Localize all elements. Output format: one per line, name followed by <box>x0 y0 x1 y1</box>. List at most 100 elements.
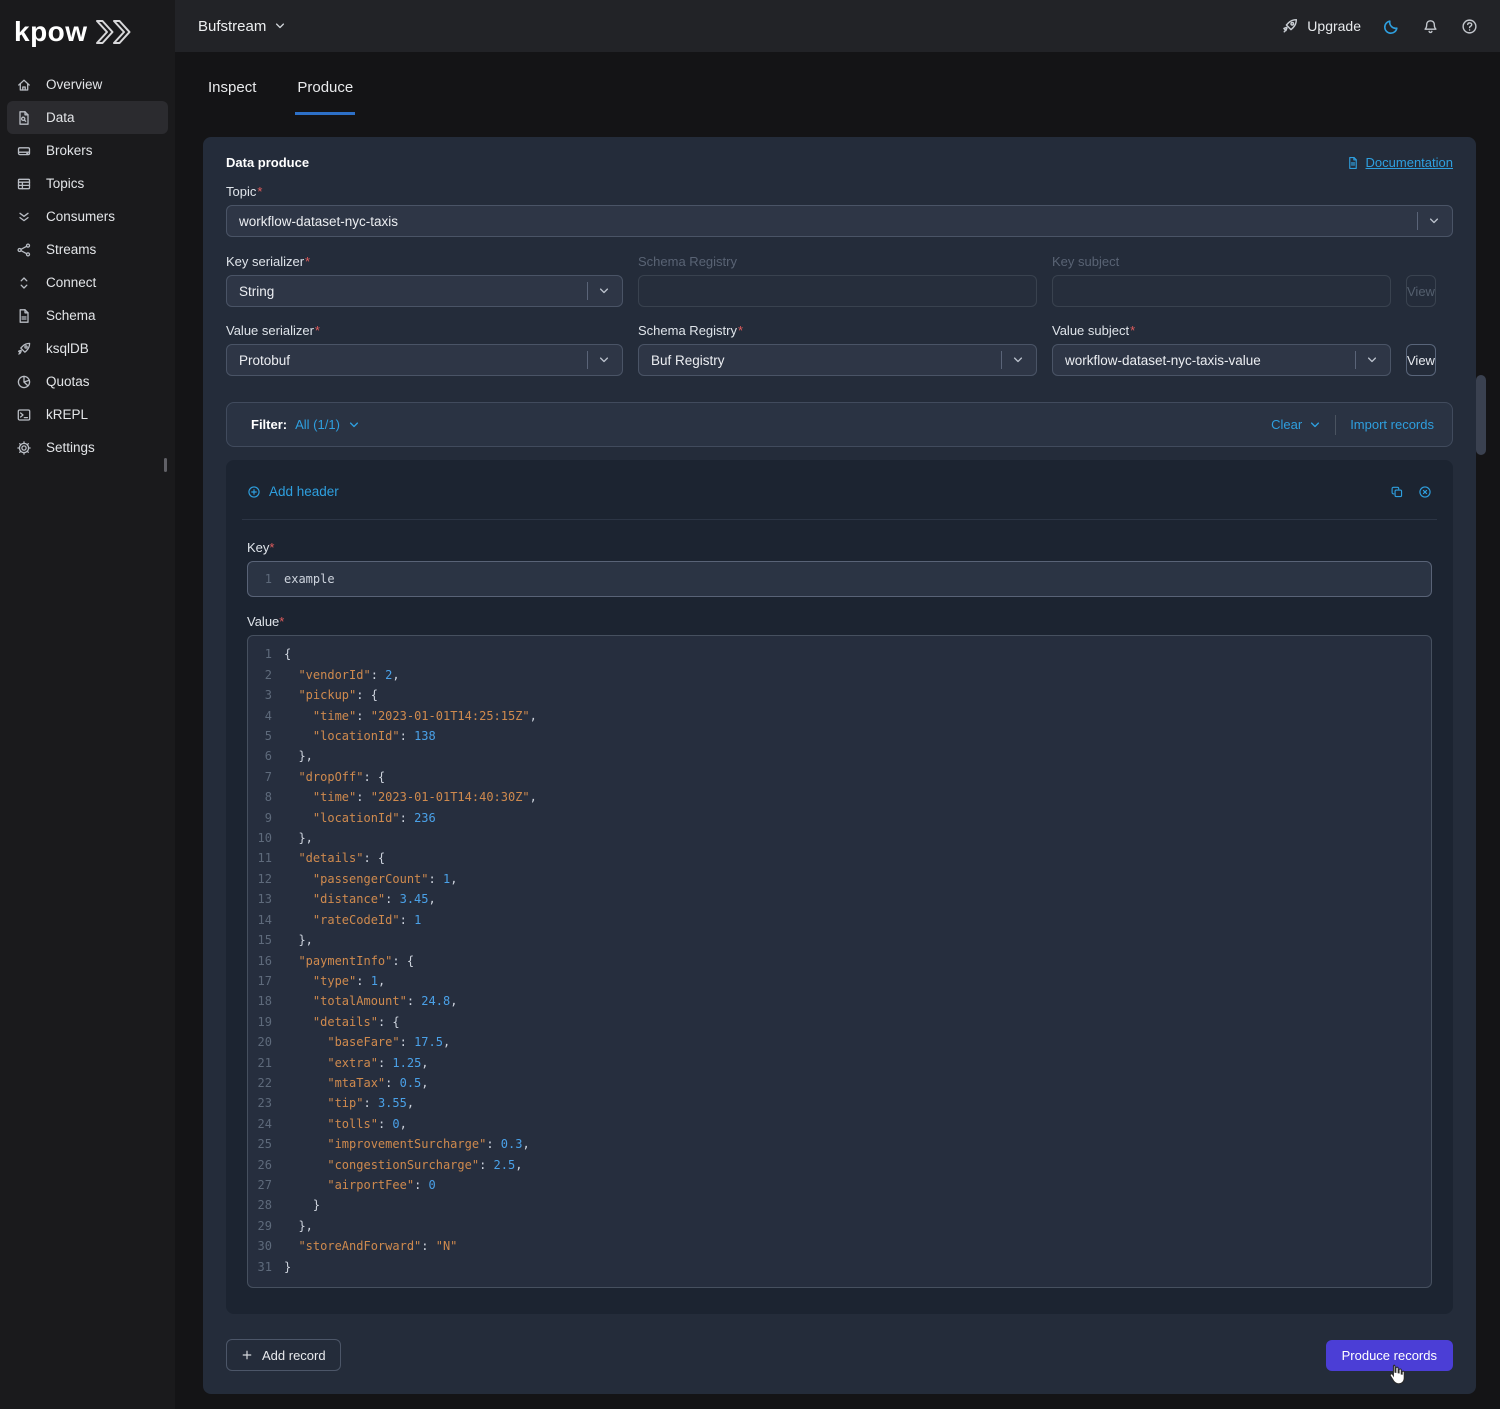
value-view-button[interactable]: View <box>1406 344 1436 376</box>
sidebar-item-label: Data <box>46 110 75 125</box>
key-editor[interactable]: 1example <box>247 561 1432 597</box>
tab-inspect[interactable]: Inspect <box>206 79 258 115</box>
value-serializer-label: Value serializer* <box>226 323 623 338</box>
sidebar-item-ksqldb[interactable]: ksqlDB <box>7 332 168 365</box>
cluster-name: Bufstream <box>198 18 266 35</box>
key-subject-input <box>1052 275 1391 307</box>
moon-icon[interactable] <box>1383 18 1400 35</box>
line-number: 2 <box>248 665 284 685</box>
key-serializer-label: Key serializer* <box>226 254 623 269</box>
rocket-icon <box>1281 17 1299 35</box>
line-number: 9 <box>248 808 284 828</box>
add-header-button[interactable]: Add header <box>247 484 339 499</box>
datafile-icon <box>16 110 32 126</box>
upgrade-button[interactable]: Upgrade <box>1281 17 1361 35</box>
scrollbar-thumb[interactable] <box>1476 375 1486 455</box>
line-number: 25 <box>248 1134 284 1154</box>
chevron-down-icon <box>598 354 610 366</box>
filter-value[interactable]: All (1/1) <box>295 417 340 432</box>
documentation-link[interactable]: Documentation <box>1346 155 1453 170</box>
add-record-button[interactable]: Add record <box>226 1339 341 1371</box>
chevron-down-icon[interactable] <box>348 419 360 431</box>
code-line: 11 "details": { <box>248 848 1431 868</box>
bell-icon[interactable] <box>1422 18 1439 35</box>
code-line: 8 "time": "2023-01-01T14:40:30Z", <box>248 787 1431 807</box>
sidebar-item-schema[interactable]: Schema <box>7 299 168 332</box>
line-number: 1 <box>248 569 284 589</box>
value-schema-registry-label: Schema Registry* <box>638 323 1037 338</box>
sidebar-item-krepl[interactable]: kREPL <box>7 398 168 431</box>
sidebar-item-label: ksqlDB <box>46 341 89 356</box>
code-line: 14 "rateCodeId": 1 <box>248 910 1431 930</box>
line-number: 17 <box>248 971 284 991</box>
line-number: 21 <box>248 1053 284 1073</box>
code-line: 5 "locationId": 138 <box>248 726 1431 746</box>
line-number: 29 <box>248 1216 284 1236</box>
line-number: 1 <box>248 644 284 664</box>
sidebar-item-label: kREPL <box>46 407 88 422</box>
line-number: 10 <box>248 828 284 848</box>
sidebar-item-quotas[interactable]: Quotas <box>7 365 168 398</box>
sidebar-item-data[interactable]: Data <box>7 101 168 134</box>
sidebar-collapse-handle[interactable] <box>164 458 167 472</box>
chevron-down-icon <box>1428 215 1440 227</box>
topbar-actions: Upgrade <box>1281 17 1478 35</box>
sidebar-item-label: Schema <box>46 308 96 323</box>
topic-label: Topic* <box>226 184 1453 199</box>
code-line: 15 }, <box>248 930 1431 950</box>
code-line: 2 "vendorId": 2, <box>248 665 1431 685</box>
value-serializer-select[interactable]: Protobuf <box>226 344 623 376</box>
code-line: 9 "locationId": 236 <box>248 808 1431 828</box>
sidebar-item-streams[interactable]: Streams <box>7 233 168 266</box>
sidebar-item-label: Settings <box>46 440 95 455</box>
topic-select[interactable]: workflow-dataset-nyc-taxis <box>226 205 1453 237</box>
line-number: 13 <box>248 889 284 909</box>
import-records-button[interactable]: Import records <box>1350 417 1434 432</box>
dblchev-icon <box>16 209 32 225</box>
help-icon[interactable] <box>1461 18 1478 35</box>
code-line: 7 "dropOff": { <box>248 767 1431 787</box>
sidebar-item-settings[interactable]: Settings <box>7 431 168 464</box>
tab-produce[interactable]: Produce <box>295 79 355 115</box>
sidebar-item-topics[interactable]: Topics <box>7 167 168 200</box>
kpow-logo-text: kpow <box>14 18 88 46</box>
sidebar-item-overview[interactable]: Overview <box>7 68 168 101</box>
value-label: Value* <box>247 614 1432 629</box>
divider <box>242 519 1437 520</box>
code-line: 6 }, <box>248 746 1431 766</box>
remove-record-icon[interactable] <box>1418 485 1432 499</box>
line-number: 20 <box>248 1032 284 1052</box>
value-subject-select[interactable]: workflow-dataset-nyc-taxis-value <box>1052 344 1391 376</box>
pie-icon <box>16 374 32 390</box>
key-subject-label: Key subject <box>1052 254 1391 269</box>
filter-bar: Filter: All (1/1) Clear Import records <box>226 402 1453 447</box>
key-label: Key* <box>247 540 1432 555</box>
value-editor[interactable]: 1{2 "vendorId": 2,3 "pickup": {4 "time":… <box>247 635 1432 1288</box>
line-number: 23 <box>248 1093 284 1113</box>
code-line: 20 "baseFare": 17.5, <box>248 1032 1431 1052</box>
sidebar-item-consumers[interactable]: Consumers <box>7 200 168 233</box>
topbar: Bufstream Upgrade <box>175 0 1500 52</box>
cluster-selector[interactable]: Bufstream <box>198 18 286 35</box>
chevron-down-icon <box>1309 419 1321 431</box>
panel-title: Data produce <box>226 155 309 170</box>
code-line: 23 "tip": 3.55, <box>248 1093 1431 1113</box>
sidebar-item-connect[interactable]: Connect <box>7 266 168 299</box>
duplicate-record-icon[interactable] <box>1390 485 1404 499</box>
key-serializer-select[interactable]: String <box>226 275 623 307</box>
line-number: 24 <box>248 1114 284 1134</box>
line-number: 16 <box>248 951 284 971</box>
produce-records-button[interactable]: Produce records <box>1326 1340 1453 1371</box>
main-area: Bufstream Upgrade Inspect Produce <box>175 0 1500 1409</box>
chevron-down-icon <box>1366 354 1378 366</box>
table-icon <box>16 176 32 192</box>
code-line: 1example <box>248 569 1431 589</box>
plus-circle-icon <box>247 485 261 499</box>
code-line: 19 "details": { <box>248 1012 1431 1032</box>
value-schema-registry-select[interactable]: Buf Registry <box>638 344 1037 376</box>
select-separator <box>1417 212 1418 230</box>
sidebar-item-brokers[interactable]: Brokers <box>7 134 168 167</box>
document-icon <box>1346 156 1360 170</box>
record-card: Add header Key* 1example Value* 1{2 "ven… <box>226 460 1453 1314</box>
clear-button[interactable]: Clear <box>1271 417 1321 432</box>
